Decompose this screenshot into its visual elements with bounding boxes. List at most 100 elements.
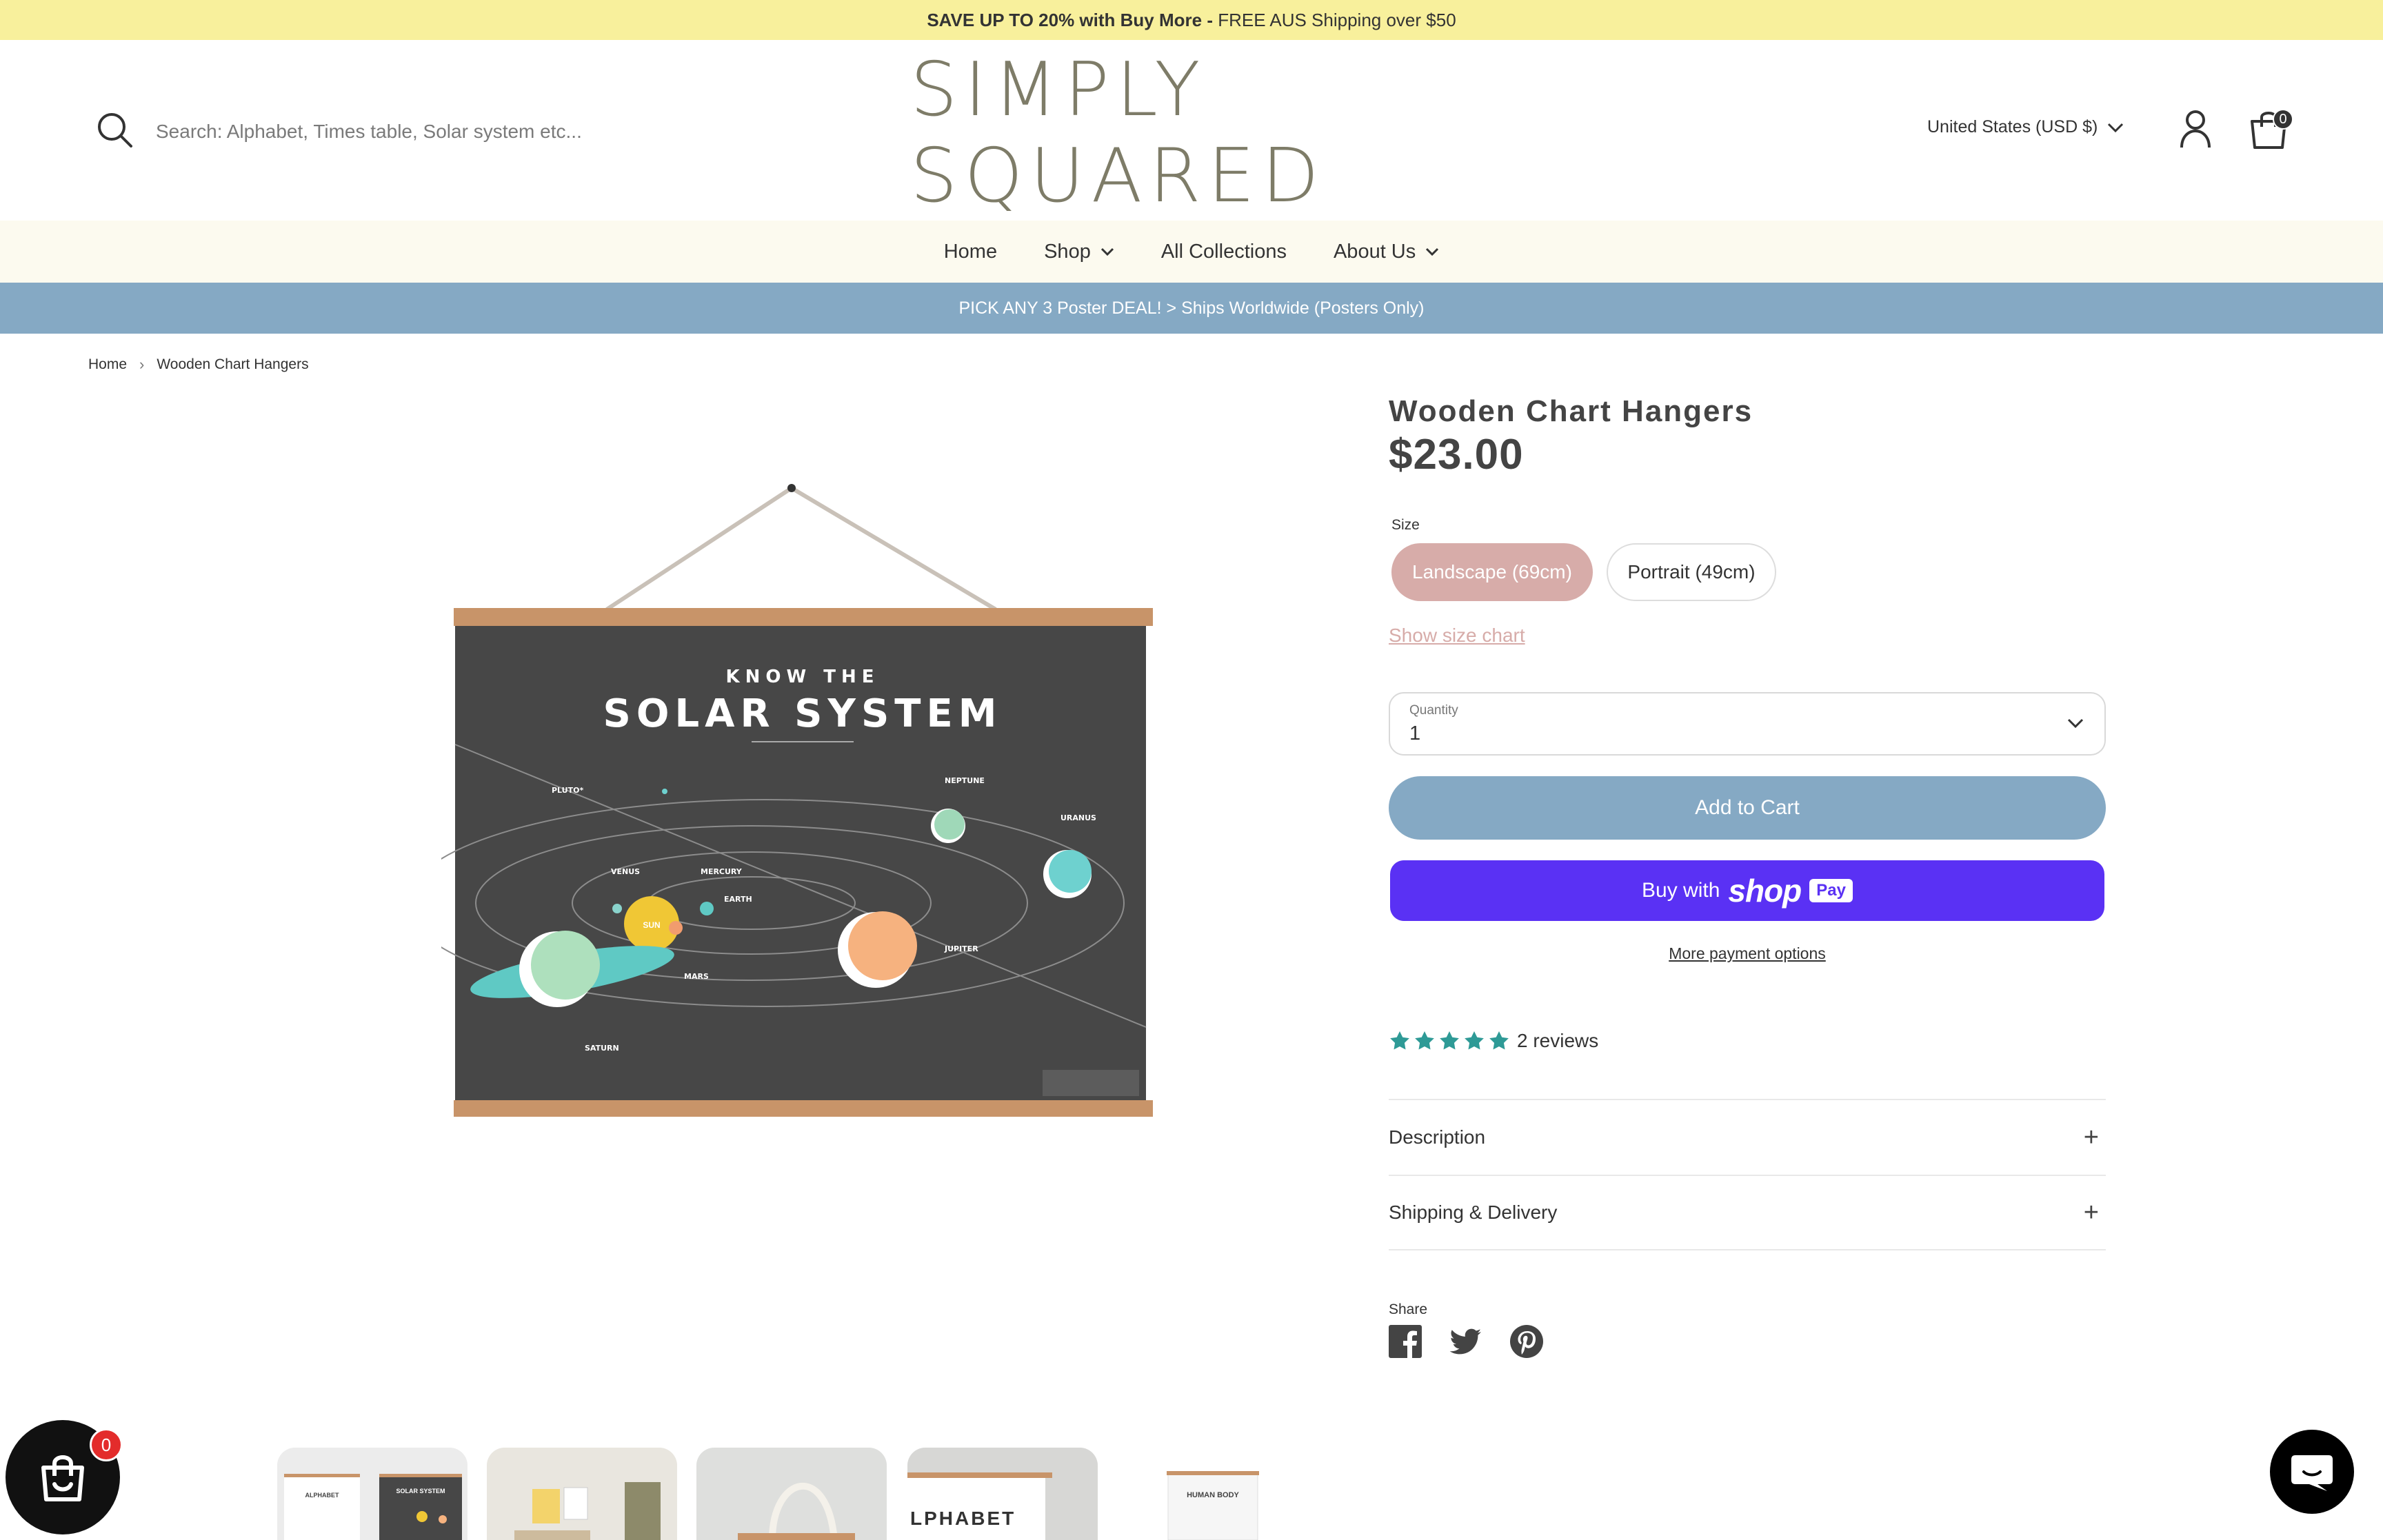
thumbnail-image: LPHABET bbox=[907, 1448, 1098, 1540]
cart-count-badge: 0 bbox=[2273, 109, 2293, 130]
floating-cart-count: 0 bbox=[90, 1428, 123, 1461]
poster-pre-title: KNOW THE bbox=[726, 667, 880, 687]
product-title: Wooden Chart Hangers bbox=[1389, 394, 1753, 428]
chevron-right-icon: › bbox=[139, 356, 145, 373]
size-chart-link[interactable]: Show size chart bbox=[1389, 625, 1525, 647]
thumbnail-caption: SOLAR SYSTEM bbox=[396, 1488, 445, 1495]
thumbnail-caption: LPHABET bbox=[910, 1508, 1016, 1529]
wooden-hanger-top bbox=[454, 608, 1153, 626]
thumbnail-image: ALPHABET SOLAR SYSTEM bbox=[277, 1448, 467, 1540]
logo[interactable]: SIMPLY SQUARED bbox=[910, 47, 1476, 219]
hanger-nail bbox=[787, 484, 796, 492]
nav-home[interactable]: Home bbox=[944, 241, 997, 263]
product-image[interactable]: KNOW THE SOLAR SYSTEM SUN PLUTO* NEPTUNE… bbox=[441, 476, 1158, 1124]
accordion-shipping[interactable]: Shipping & Delivery + bbox=[1389, 1175, 2106, 1250]
shop-pay-prefix: Buy with bbox=[1642, 879, 1720, 902]
neptune bbox=[934, 809, 965, 840]
saturn bbox=[531, 931, 600, 1000]
thumbnail-image: HUMAN BODY bbox=[1117, 1448, 1307, 1540]
product-price: $23.00 bbox=[1389, 431, 1524, 478]
twitter-icon[interactable] bbox=[1448, 1324, 1484, 1359]
thumbnail-caption: HUMAN BODY bbox=[1187, 1491, 1239, 1499]
star-icon bbox=[1390, 1031, 1409, 1050]
chevron-down-icon bbox=[1426, 247, 1439, 256]
poster-title: SOLAR SYSTEM bbox=[603, 691, 1003, 736]
chevron-down-icon bbox=[2108, 123, 2124, 132]
plus-icon: + bbox=[2083, 1122, 2099, 1152]
promo-text: PICK ANY 3 Poster DEAL! > Ships Worldwid… bbox=[958, 298, 1425, 318]
jupiter bbox=[848, 911, 917, 980]
chat-button[interactable] bbox=[2270, 1430, 2354, 1514]
hanger-string bbox=[605, 486, 793, 611]
shopping-bag-icon bbox=[41, 1455, 84, 1501]
nav-collections-label: All Collections bbox=[1160, 240, 1287, 263]
thumbnail-caption: ALPHABET bbox=[305, 1492, 340, 1499]
nav-about-label: About Us bbox=[1333, 240, 1416, 263]
thumbnail-5[interactable]: HUMAN BODY bbox=[1117, 1448, 1307, 1540]
label-uranus: URANUS bbox=[1060, 813, 1096, 822]
accordion-description-label: Description bbox=[1389, 1126, 1486, 1148]
earth bbox=[700, 902, 714, 915]
thumbnail-1[interactable]: ALPHABET SOLAR SYSTEM bbox=[277, 1448, 467, 1540]
accordion-shipping-label: Shipping & Delivery bbox=[1389, 1202, 1558, 1223]
add-to-cart-button[interactable]: Add to Cart bbox=[1389, 776, 2106, 840]
account-icon[interactable] bbox=[2179, 109, 2212, 149]
chat-icon bbox=[2291, 1455, 2333, 1491]
poster-note-box bbox=[1043, 1070, 1139, 1096]
label-mercury: MERCURY bbox=[701, 867, 743, 876]
wooden-hanger-bottom bbox=[454, 1100, 1153, 1117]
site-header: SIMPLY SQUARED United States (USD $) 0 bbox=[0, 40, 2383, 221]
currency-label: United States (USD $) bbox=[1927, 117, 2098, 136]
size-option-portrait[interactable]: Portrait (49cm) bbox=[1607, 543, 1776, 601]
breadcrumb: Home › Wooden Chart Hangers bbox=[88, 356, 309, 374]
facebook-icon[interactable] bbox=[1387, 1324, 1423, 1359]
label-sun: SUN bbox=[643, 920, 660, 930]
star-icon bbox=[1465, 1031, 1484, 1050]
star-icon bbox=[1415, 1031, 1434, 1050]
thumbnail-2[interactable] bbox=[487, 1448, 677, 1540]
uranus bbox=[1049, 850, 1092, 893]
reviews-count[interactable]: 2 reviews bbox=[1517, 1030, 1598, 1052]
size-option-landscape[interactable]: Landscape (69cm) bbox=[1391, 543, 1593, 601]
more-payment-options-link[interactable]: More payment options bbox=[1389, 944, 2106, 963]
mars bbox=[669, 921, 683, 935]
thumbnail-3[interactable] bbox=[696, 1448, 887, 1540]
nav-about-us[interactable]: About Us bbox=[1334, 241, 1439, 263]
nav-shop-label: Shop bbox=[1044, 240, 1091, 263]
pinterest-icon[interactable] bbox=[1509, 1324, 1545, 1359]
quantity-select[interactable]: Quantity 1 bbox=[1389, 692, 2106, 756]
size-label: Size bbox=[1391, 517, 1420, 533]
main-nav: Home Shop All Collections About Us bbox=[0, 221, 2383, 283]
thumbnail-image bbox=[696, 1448, 887, 1540]
shop-pay-brand: shop bbox=[1728, 873, 1802, 909]
nav-home-label: Home bbox=[943, 240, 998, 263]
plus-icon: + bbox=[2083, 1197, 2099, 1227]
label-jupiter: JUPITER bbox=[944, 944, 978, 953]
shop-pay-button[interactable]: Buy with shop Pay bbox=[1390, 860, 2104, 921]
search-input[interactable] bbox=[156, 114, 707, 149]
pluto bbox=[662, 789, 667, 794]
reviews-summary[interactable]: 2 reviews bbox=[1389, 1030, 1598, 1052]
thumbnail-4[interactable]: LPHABET bbox=[907, 1448, 1098, 1540]
venus bbox=[612, 904, 622, 913]
search-icon[interactable] bbox=[97, 112, 134, 149]
star-icon bbox=[1489, 1031, 1509, 1050]
share-icons bbox=[1387, 1324, 1545, 1359]
currency-selector[interactable]: United States (USD $) bbox=[1927, 117, 2124, 137]
nav-all-collections[interactable]: All Collections bbox=[1161, 241, 1287, 263]
label-neptune: NEPTUNE bbox=[945, 776, 985, 785]
label-saturn: SATURN bbox=[585, 1044, 619, 1053]
hanger-string bbox=[790, 486, 997, 611]
promo-bar[interactable]: PICK ANY 3 Poster DEAL! > Ships Worldwid… bbox=[0, 283, 2383, 334]
accordion-description[interactable]: Description + bbox=[1389, 1099, 2106, 1175]
shop-pay-badge: Pay bbox=[1809, 879, 1853, 902]
nav-shop[interactable]: Shop bbox=[1044, 241, 1114, 263]
breadcrumb-current: Wooden Chart Hangers bbox=[157, 356, 309, 372]
share-label: Share bbox=[1389, 1301, 1428, 1317]
label-pluto: PLUTO* bbox=[552, 786, 583, 795]
breadcrumb-home[interactable]: Home bbox=[88, 356, 127, 373]
thumbnail-image bbox=[487, 1448, 677, 1540]
chevron-down-icon bbox=[2067, 718, 2084, 728]
announcement-bar: SAVE UP TO 20% with Buy More - FREE AUS … bbox=[0, 0, 2383, 40]
announcement-bold: SAVE UP TO 20% with Buy More - bbox=[927, 9, 1213, 30]
